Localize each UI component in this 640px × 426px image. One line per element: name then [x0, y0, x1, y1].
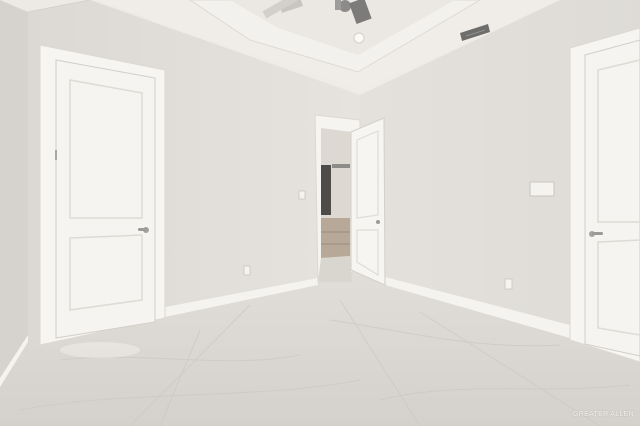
left-closet-door[interactable]	[55, 59, 156, 339]
light-switch-icon[interactable]	[529, 181, 555, 197]
room-photo	[0, 0, 640, 426]
bathroom-vanity	[321, 218, 350, 258]
right-closet-door[interactable]	[584, 39, 640, 357]
left-door-hinge	[55, 150, 57, 160]
bathroom-floor	[318, 256, 352, 282]
left-side-wall	[0, 0, 28, 385]
outlet-icon	[243, 265, 251, 276]
floor-reflection	[60, 342, 140, 358]
vanity-light-icon	[332, 164, 350, 168]
bathroom-mirror	[321, 165, 331, 215]
watermark: GREATER ALLEN	[573, 411, 634, 418]
light-switch-icon[interactable]	[298, 190, 306, 200]
recessed-light-icon	[353, 32, 365, 44]
outlet-icon	[504, 278, 513, 290]
bathroom-door-open[interactable]	[350, 117, 386, 286]
